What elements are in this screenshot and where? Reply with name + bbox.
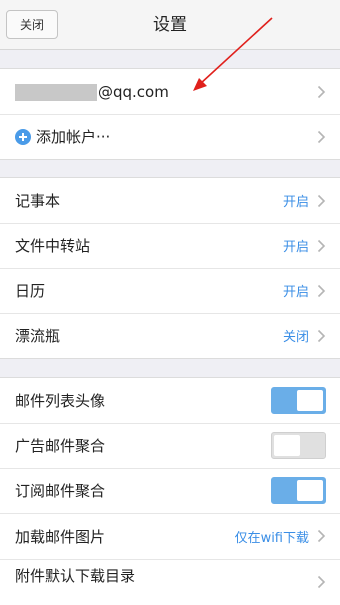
mail-settings-group: 邮件列表头像 广告邮件聚合 订阅邮件聚合 加载邮件图片 仅在wifi下载 附件默… bbox=[0, 377, 340, 605]
chevron-right-icon bbox=[317, 284, 326, 297]
setting-label: 邮件列表头像 bbox=[15, 392, 106, 410]
app-row-file-transfer[interactable]: 文件中转站 开启 bbox=[0, 223, 340, 268]
chevron-right-icon bbox=[317, 529, 326, 543]
setting-row-ads: 广告邮件聚合 bbox=[0, 423, 340, 468]
app-label: 日历 bbox=[15, 282, 46, 300]
toggle-knob bbox=[297, 480, 323, 501]
setting-value: 仅在wifi下载 bbox=[234, 530, 309, 546]
chevron-right-icon bbox=[317, 239, 326, 252]
page-title: 设置 bbox=[153, 15, 187, 35]
add-account-row[interactable]: 添加帐户··· bbox=[0, 114, 340, 159]
toggle-knob bbox=[274, 435, 300, 456]
chevron-right-icon bbox=[317, 85, 326, 98]
app-row-drift-bottle[interactable]: 漂流瓶 关闭 bbox=[0, 313, 340, 358]
app-status: 关闭 bbox=[282, 330, 309, 345]
setting-label: 附件默认下载目录 bbox=[15, 567, 136, 585]
chevron-right-icon bbox=[317, 130, 326, 143]
chevron-right-icon bbox=[317, 194, 326, 207]
setting-row-load-images[interactable]: 加载邮件图片 仅在wifi下载 bbox=[0, 513, 340, 559]
app-label: 文件中转站 bbox=[15, 237, 91, 255]
redacted-username bbox=[15, 83, 97, 101]
app-status: 开启 bbox=[282, 195, 309, 210]
account-group: @qq.com 添加帐户··· bbox=[0, 68, 340, 160]
app-row-notes[interactable]: 记事本 开启 bbox=[0, 178, 340, 223]
setting-row-download-dir[interactable]: 附件默认下载目录 bbox=[0, 559, 340, 605]
toggle-knob bbox=[297, 390, 323, 411]
nav-bar: 关闭 设置 bbox=[0, 0, 340, 50]
add-account-label: 添加帐户··· bbox=[36, 128, 111, 146]
chevron-right-icon bbox=[317, 329, 326, 342]
app-label: 漂流瓶 bbox=[15, 327, 61, 345]
app-row-calendar[interactable]: 日历 开启 bbox=[0, 268, 340, 313]
plus-circle-icon bbox=[15, 128, 31, 145]
email-domain: @qq.com bbox=[98, 82, 169, 101]
app-status: 开启 bbox=[282, 240, 309, 255]
subscription-toggle[interactable] bbox=[271, 477, 326, 504]
setting-row-subscription: 订阅邮件聚合 bbox=[0, 468, 340, 513]
ads-toggle[interactable] bbox=[271, 432, 326, 459]
account-email: @qq.com bbox=[15, 83, 317, 101]
app-label: 记事本 bbox=[15, 192, 61, 210]
account-row[interactable]: @qq.com bbox=[0, 69, 340, 114]
setting-label: 订阅邮件聚合 bbox=[15, 482, 106, 500]
setting-label: 广告邮件聚合 bbox=[15, 437, 106, 455]
setting-label: 加载邮件图片 bbox=[15, 527, 106, 546]
avatar-toggle[interactable] bbox=[271, 387, 326, 414]
setting-row-avatar: 邮件列表头像 bbox=[0, 378, 340, 423]
apps-group: 记事本 开启 文件中转站 开启 日历 开启 漂流瓶 关闭 bbox=[0, 177, 340, 359]
app-status: 开启 bbox=[282, 285, 309, 300]
